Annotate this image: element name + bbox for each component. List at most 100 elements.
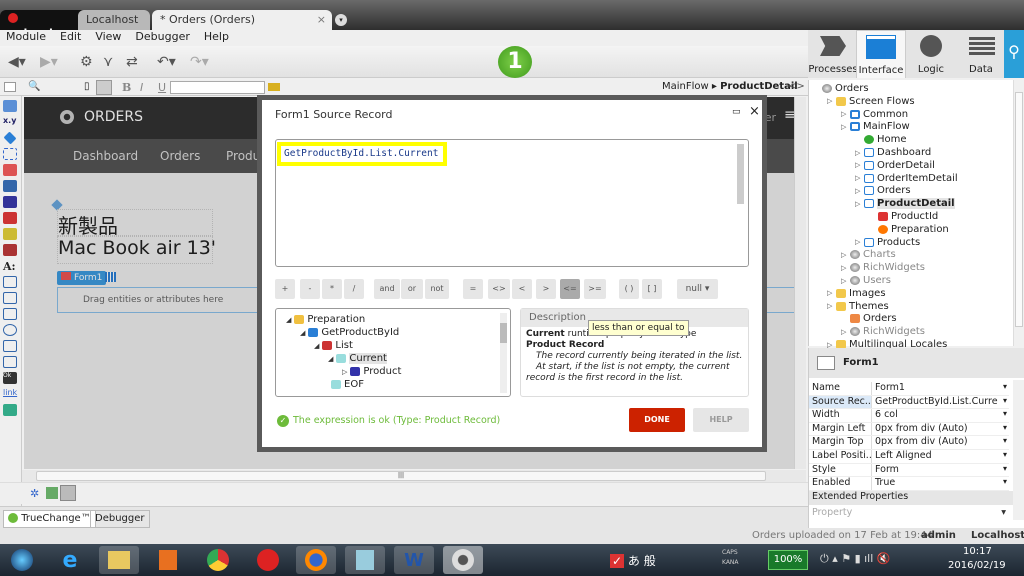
word-icon[interactable]: W [394,546,434,574]
expand-icon[interactable]: ▷ [855,187,861,195]
touch-app-icon[interactable] [248,546,288,574]
media-player-icon[interactable] [148,546,188,574]
tab-interface[interactable]: Interface [856,30,906,78]
expand-icon[interactable]: ◢ [314,342,319,350]
operator-button[interactable]: ( ) [619,279,639,299]
breadcrumb-flow[interactable]: MainFlow [662,81,709,92]
expression-widget-icon[interactable]: x.y [3,116,17,128]
operator-button[interactable]: and [374,279,400,299]
web-block-icon[interactable]: ✲ [30,487,39,500]
canvas-horizontal-scrollbar[interactable]: ||| [22,470,806,482]
compare-icon[interactable]: ⋎ [103,54,113,70]
back-icon[interactable]: ◀▾ [8,54,26,70]
label-icon[interactable]: A: [3,260,17,273]
null-dropdown[interactable]: null ▾ [677,279,718,299]
tree-item[interactable]: ▷ OrderDetail [855,159,935,172]
operator-button[interactable]: <> [488,279,510,299]
form-toggle-icon[interactable] [60,485,76,501]
operator-button[interactable]: or [401,279,423,299]
input-icon[interactable] [3,276,17,288]
css-icon[interactable] [268,83,280,91]
clock-time[interactable]: 10:17 [963,546,992,557]
ime-bar[interactable]: ✓ あ 般 [610,552,656,569]
scope-tree-item[interactable]: ◢ Current [328,352,387,365]
tree-item[interactable]: ▷ Users [841,274,891,287]
menu-module[interactable]: Module [6,30,46,46]
publish-button[interactable]: 1 [498,46,532,78]
outsystems-task-icon[interactable] [443,546,483,574]
upload-icon[interactable] [3,356,17,368]
chrome-icon[interactable] [198,546,238,574]
gear-icon[interactable]: ⚙ [80,54,93,70]
scope-tree-item[interactable]: ▷ Product [342,365,401,378]
tab-processes[interactable]: Processes [808,30,858,78]
tree-item[interactable]: ▷ Products [855,236,920,249]
notepad-icon[interactable] [345,546,385,574]
battery-indicator[interactable]: 100% [768,550,808,570]
help-button[interactable]: HELP [693,408,749,432]
tree-item[interactable]: Orders [841,312,897,325]
properties-scrollbar[interactable] [1013,380,1024,520]
canvas-vertical-scrollbar[interactable] [794,97,806,469]
expand-icon[interactable]: ▷ [841,123,847,131]
tree-item[interactable]: Orders [813,82,869,95]
tree-item[interactable]: ▷ Charts [841,248,896,261]
scope-tree-item[interactable]: ◢ List [314,339,353,352]
close-tab-icon[interactable]: × [317,13,326,26]
menu-help[interactable]: Help [204,30,229,46]
elements-tree[interactable]: Orders ▷ Screen Flows ▷ Common ▷ MainFlow Home ▷… [808,80,1024,350]
tab-data[interactable]: Data [956,30,1006,78]
if-widget-icon[interactable] [3,131,17,145]
scroll-thumb[interactable]: ||| [36,471,766,481]
expand-icon[interactable]: ▷ [827,302,833,310]
expand-icon[interactable]: ▷ [841,328,847,336]
property-row[interactable]: Margin Top 0px from div (Auto) [809,436,1009,450]
operator-button[interactable]: not [425,279,449,299]
radio-icon[interactable] [3,324,17,336]
combo-icon[interactable] [3,340,17,352]
pencil-icon[interactable] [3,228,17,240]
operator-button[interactable]: <= [560,279,580,299]
tree-item[interactable]: ▷ Dashboard [855,146,931,159]
tree-item[interactable]: ProductId [869,210,938,223]
button-widget-icon[interactable]: Ok [3,372,17,384]
expand-icon[interactable]: ▷ [855,200,861,208]
operator-button[interactable]: - [300,279,320,299]
expand-icon[interactable]: ▷ [841,110,847,118]
close-icon[interactable]: × [749,104,760,119]
menu-edit[interactable]: Edit [60,30,81,46]
tree-item[interactable]: ▷ MainFlow [841,120,910,133]
expression-text[interactable]: GetProductById.List.Current [277,142,447,166]
tree-item[interactable]: ▷ Common [841,108,908,121]
expand-icon[interactable]: ◢ [300,329,305,337]
bold-button[interactable]: B [122,81,131,94]
expand-icon[interactable]: ◢ [328,355,333,363]
operator-button[interactable]: / [344,279,364,299]
redo-icon[interactable]: ↷▾ [190,54,209,70]
link-widget-icon[interactable]: link [3,388,17,400]
expand-icon[interactable]: ▷ [855,174,861,182]
firefox-icon[interactable] [296,546,336,574]
tree-item[interactable]: ▷ Orders [855,184,911,197]
tab-logic[interactable]: Logic [906,30,956,78]
tree-item[interactable]: ▷ RichWidgets [841,261,925,274]
menu-view[interactable]: View [95,30,121,46]
tree-scrollbar[interactable] [1013,80,1024,346]
preview-icon[interactable]: 🔍 [28,81,40,92]
toggle-code-icon[interactable]: <> [788,81,805,92]
expand-icon[interactable]: ▷ [855,161,861,169]
editor-scrollbar[interactable] [737,144,744,204]
search-icon[interactable]: ⚲ [1004,30,1024,78]
tree-item[interactable]: ▷ RichWidgets [841,325,925,338]
desktop-icon[interactable] [96,80,112,95]
table-records-icon[interactable] [3,196,17,208]
tree-item[interactable]: Home [855,133,907,146]
tree-item[interactable]: ▷ ProductDetail [855,197,955,210]
operator-button[interactable]: + [275,279,295,299]
expand-icon[interactable]: ▷ [827,289,833,297]
italic-button[interactable]: I [140,81,143,94]
property-row[interactable]: Label Positi... Left Aligned [809,450,1009,464]
tray-icons[interactable]: ⏻ ▴ ⚑ ▮ ıll 🔇 [820,552,891,566]
underline-button[interactable]: U [158,81,166,94]
web-block-icon[interactable] [3,148,17,160]
